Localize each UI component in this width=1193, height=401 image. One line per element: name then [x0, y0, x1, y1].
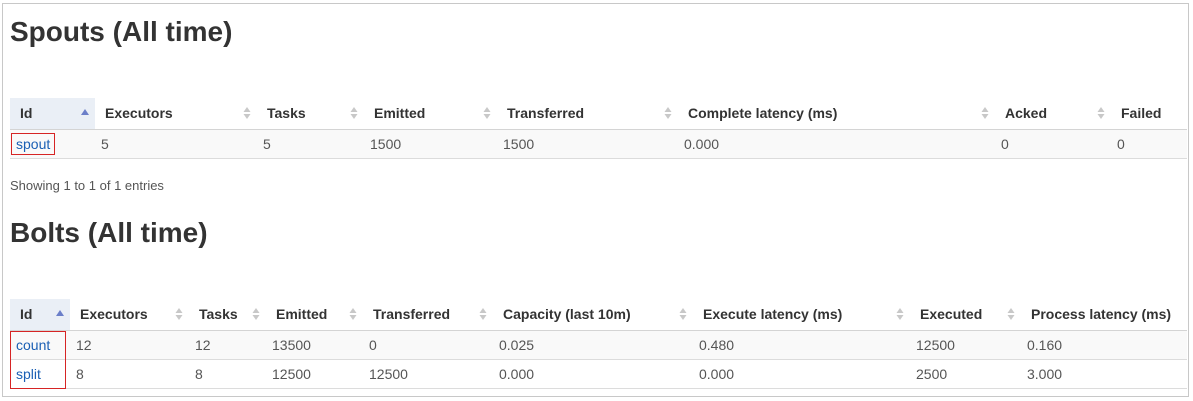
sort-both-icon: [175, 307, 183, 321]
table-cell: 12500: [910, 330, 1021, 360]
table-cell: 0: [1111, 129, 1187, 159]
spouts-col-acked[interactable]: Acked: [995, 98, 1111, 130]
table-cell: 12: [189, 330, 266, 360]
sort-both-icon: [664, 106, 672, 120]
bolts-col-id[interactable]: Id: [10, 299, 70, 331]
sort-asc-icon: [56, 307, 64, 321]
bolts-col-executed[interactable]: Executed: [910, 299, 1021, 331]
spouts-table-info: Showing 1 to 1 of 1 entries: [10, 178, 164, 193]
spout-id-link[interactable]: spout: [10, 132, 56, 155]
table-cell: 0.025: [493, 330, 693, 360]
table-cell: 8: [189, 359, 266, 389]
bolts-col-emitted[interactable]: Emitted: [266, 299, 363, 331]
table-row: spout 5 5 1500 1500 0.000 0 0: [10, 129, 1187, 159]
sort-both-icon: [483, 106, 491, 120]
table-cell: 2500: [910, 359, 1021, 389]
table-cell: 0.000: [678, 129, 995, 159]
spouts-title: Spouts (All time): [10, 16, 233, 47]
spouts-col-id[interactable]: Id: [10, 98, 95, 130]
spouts-header-row: Id Executors Tasks Emitted Transferred C…: [10, 98, 1187, 130]
sort-both-icon: [252, 307, 260, 321]
table-cell: 12: [70, 330, 189, 360]
sort-both-icon: [981, 106, 989, 120]
table-cell: 0.160: [1021, 330, 1187, 360]
table-cell: 8: [70, 359, 189, 389]
table-cell: 3.000: [1021, 359, 1187, 389]
table-cell: 1500: [497, 129, 678, 159]
spouts-table: Id Executors Tasks Emitted Transferred C…: [10, 98, 1187, 159]
sort-both-icon: [1097, 106, 1105, 120]
table-cell: 0: [995, 129, 1111, 159]
table-cell: 0: [363, 330, 493, 360]
bolts-col-capacity[interactable]: Capacity (last 10m): [493, 299, 693, 331]
sort-both-icon: [349, 307, 357, 321]
bolts-header-row: Id Executors Tasks Emitted Transferred C…: [10, 299, 1187, 331]
spouts-col-emitted[interactable]: Emitted: [364, 98, 497, 130]
table-cell: 12500: [266, 359, 363, 389]
sort-both-icon: [243, 106, 251, 120]
table-cell: 13500: [266, 330, 363, 360]
spout-id-cell: spout: [10, 129, 95, 159]
sort-both-icon: [896, 307, 904, 321]
table-row: split 8 8 12500 12500 0.000 0.000 2500 3…: [10, 359, 1187, 389]
table-cell: 1500: [364, 129, 497, 159]
bolts-col-process-latency[interactable]: Process latency (ms): [1021, 299, 1187, 331]
sort-both-icon: [350, 106, 358, 120]
bolts-col-tasks[interactable]: Tasks: [189, 299, 266, 331]
spouts-col-tasks[interactable]: Tasks: [257, 98, 364, 130]
sort-asc-icon: [81, 106, 89, 120]
bolt-id-link[interactable]: count: [12, 335, 54, 355]
spouts-col-complete-latency[interactable]: Complete latency (ms): [678, 98, 995, 130]
table-row: count 12 12 13500 0 0.025 0.480 12500 0.…: [10, 330, 1187, 360]
sort-both-icon: [679, 307, 687, 321]
bolts-col-executors[interactable]: Executors: [70, 299, 189, 331]
bolt-id-cell: count: [10, 330, 70, 360]
sort-both-icon: [479, 307, 487, 321]
table-cell: 12500: [363, 359, 493, 389]
bolts-col-execute-latency[interactable]: Execute latency (ms): [693, 299, 910, 331]
table-cell: 0.480: [693, 330, 910, 360]
sort-both-icon: [1007, 307, 1015, 321]
bolt-id-cell: split: [10, 359, 70, 389]
table-cell: 5: [95, 129, 257, 159]
spouts-col-executors[interactable]: Executors: [95, 98, 257, 130]
bolts-col-transferred[interactable]: Transferred: [363, 299, 493, 331]
spouts-col-transferred[interactable]: Transferred: [497, 98, 678, 130]
bolts-title: Bolts (All time): [10, 217, 208, 248]
table-cell: 5: [257, 129, 364, 159]
table-cell: 0.000: [493, 359, 693, 389]
spouts-col-failed[interactable]: Failed: [1111, 98, 1187, 130]
bolt-id-link[interactable]: split: [12, 364, 45, 384]
table-cell: 0.000: [693, 359, 910, 389]
bolts-table: Id Executors Tasks Emitted Transferred C…: [10, 299, 1187, 389]
